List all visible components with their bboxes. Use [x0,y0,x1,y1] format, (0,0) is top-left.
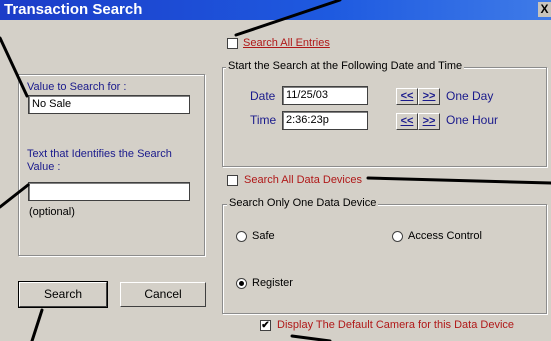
callout-line-devices [366,176,551,185]
callout-line-entries [234,0,342,37]
callout-line-value [0,36,29,98]
callout-line-camera [290,334,332,341]
callout-lines [0,0,551,341]
callout-line-search [30,308,44,341]
callout-line-text [0,183,30,209]
